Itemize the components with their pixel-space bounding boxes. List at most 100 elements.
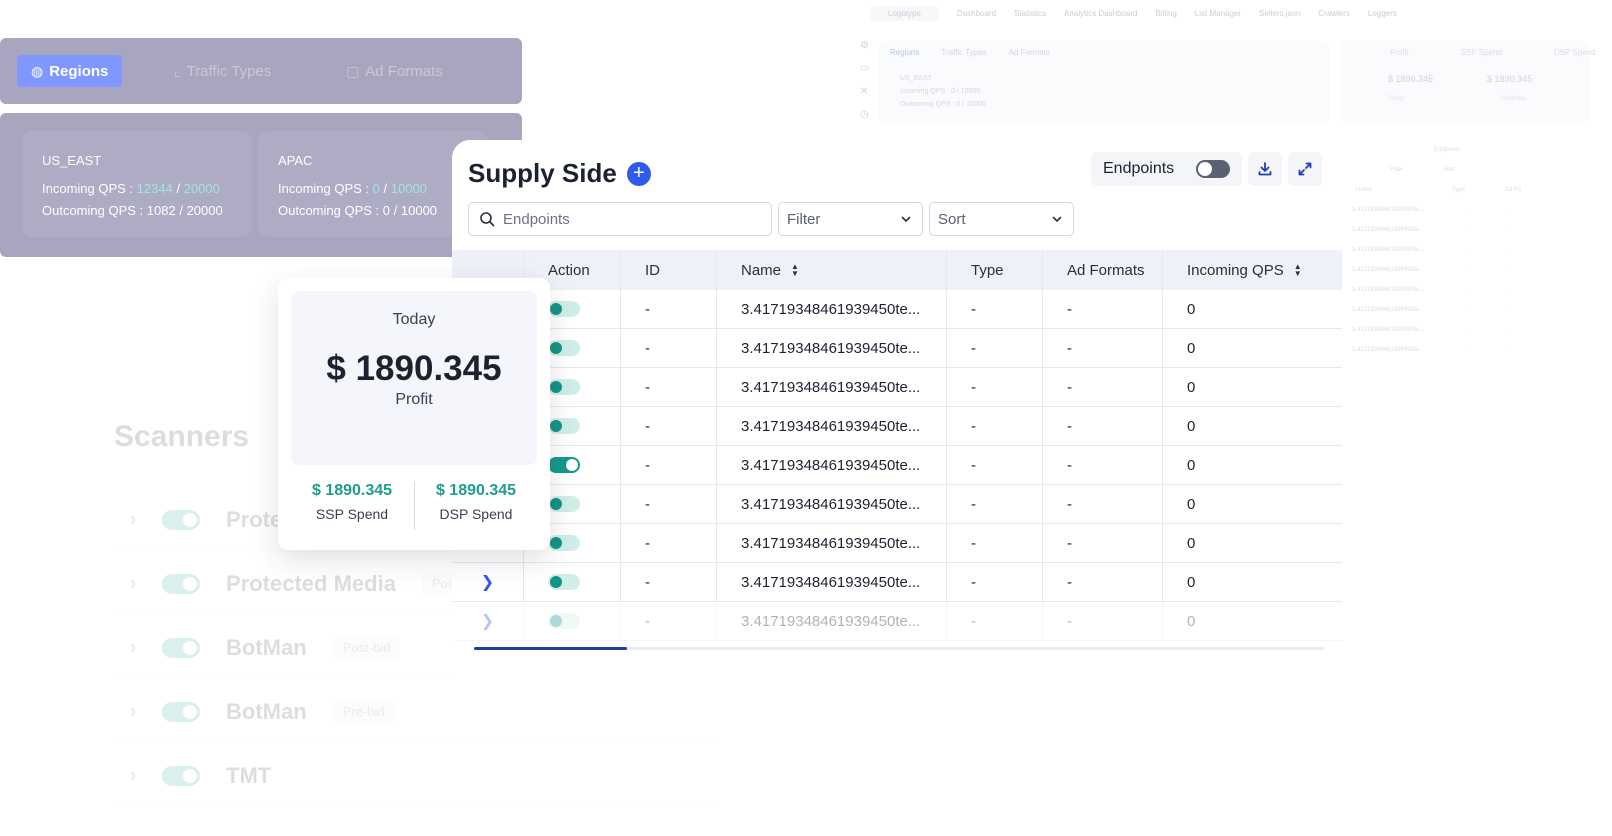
background-profit-tab: SSP Spend [1460,48,1502,57]
name-cell: 3.41719348461939450te... [717,524,947,562]
ad-formats-cell: - [1043,563,1163,601]
sort-select-label: Sort [938,210,966,228]
column-header-label: ID [645,261,660,279]
chevron-right-icon[interactable]: › [130,573,136,594]
chevron-right-icon[interactable]: › [130,637,136,658]
table-row[interactable]: ❯ -3.41719348461939450te... - -0 [452,602,1342,641]
tab-traffic-types[interactable]: ⌞ Traffic Types [160,55,285,87]
background-outcoming: Outcoming QPS : 0 / 10000 [900,101,986,108]
expand-button[interactable] [1288,152,1323,186]
action-cell [524,563,621,601]
background-table-row: -3.41719348461939450te...-- [1310,240,1606,260]
ad-formats-cell: - [1043,446,1163,484]
name-cell: 3.41719348461939450te... [717,446,947,484]
scanner-toggle[interactable] [162,701,200,722]
sort-icon[interactable]: ▲ ▼ [1294,263,1302,278]
expand-cell[interactable]: ❯ [452,602,524,640]
table-row[interactable]: ❯ -3.41719348461939450te... - -0 [452,563,1342,602]
background-logo: Logotype [870,6,939,21]
endpoints-switch[interactable] [1196,160,1231,178]
scanner-toggle[interactable] [162,573,200,594]
background-cell: - [1505,327,1508,333]
column-header-id: ID [621,250,717,290]
incoming-qps-max: 10000 [390,181,427,196]
ssp-spend-value: $ 1890.345 [311,482,393,499]
background-cell: - [1505,287,1508,293]
sort-icon[interactable]: ▲ ▼ [791,263,799,278]
chevron-right-icon[interactable]: ❯ [481,572,494,592]
action-toggle[interactable] [548,535,580,551]
scanner-name: Prote [226,506,283,532]
supply-side-panel: Supply Side + Endpoints Filter Sort Acti… [452,140,1342,750]
incoming-qps-value: 12344 [136,181,173,196]
outcoming-qps: Outcoming QPS : 1082 / 20000 [42,200,232,222]
type-cell: - [947,290,1043,328]
action-toggle[interactable] [548,613,580,629]
ad-formats-cell: - [1043,602,1163,640]
table-row[interactable]: -3.41719348461939450te... - -0 [452,524,1342,563]
table-row[interactable]: -3.41719348461939450te... - -0 [452,368,1342,407]
type-cell: - [947,563,1043,601]
table-row[interactable]: -3.41719348461939450te... - -0 [452,290,1342,329]
search-input[interactable] [503,210,753,228]
action-toggle[interactable] [548,496,580,512]
action-toggle[interactable] [548,379,580,395]
scanner-row[interactable]: › TMT [114,744,714,808]
chevron-right-icon[interactable]: ❯ [481,611,494,631]
inbox-icon: ▭ [860,63,870,74]
action-toggle[interactable] [548,418,580,434]
scanner-toggle[interactable] [162,765,200,786]
scanner-name: TMT [226,762,272,788]
tools-icon: ✕ [860,86,869,97]
id-cell: - [621,602,717,640]
action-toggle[interactable] [548,340,580,356]
name-cell: 3.41719348461939450te... [717,329,947,367]
scrollbar-thumb[interactable] [474,647,627,650]
column-header-name[interactable]: Name ▲ ▼ [717,250,947,290]
table-row[interactable]: -3.41719348461939450te... - -0 [452,407,1342,446]
background-cell: - [1463,307,1466,313]
background-profit-sub-label: Yesterday [1500,96,1527,102]
download-button[interactable] [1248,152,1283,186]
background-th: Name [1356,187,1373,193]
background-cell: - [1463,347,1466,353]
action-toggle[interactable] [548,457,580,473]
table-row[interactable]: -3.41719348461939450te... - -0 [452,485,1342,524]
incoming-qps-cell: 0 [1187,378,1196,396]
column-header-label: Ad Formats [1067,261,1145,279]
search-icon [480,212,495,227]
incoming-qps-max: 20000 [183,181,220,196]
name-cell: 3.41719348461939450te... [717,602,947,640]
background-cell: 3.41719348461939450te... [1352,247,1424,253]
action-toggle[interactable] [548,574,580,590]
horizontal-scrollbar[interactable] [474,647,1324,650]
table-row[interactable]: -3.41719348461939450te... - -0 [452,446,1342,485]
table-row[interactable]: -3.41719348461939450te... - -0 [452,329,1342,368]
column-header-incoming-qps[interactable]: Incoming QPS ▲ ▼ [1163,250,1342,290]
background-nav-item: Dashboard [956,9,997,18]
tab-ad-formats[interactable]: ▢ Ad Formats [332,55,457,87]
background-cell: - [1505,267,1508,273]
table-body: -3.41719348461939450te... - -0-3.417193484… [452,290,1342,641]
sort-select[interactable]: Sort [929,202,1074,236]
ad-formats-cell: - [1043,407,1163,445]
tab-regions[interactable]: ◍ Regions [17,55,123,87]
background-cell: - [1505,227,1508,233]
scanner-row[interactable]: › BotMan Pre-bid [114,680,714,744]
filter-select[interactable]: Filter [778,202,923,236]
chevron-right-icon[interactable]: › [130,509,136,530]
chevron-right-icon[interactable]: › [130,765,136,786]
action-toggle[interactable] [548,301,580,317]
scanner-toggle[interactable] [162,509,200,530]
separator: / [179,203,187,218]
endpoints-toggle[interactable]: Endpoints [1091,152,1243,186]
expand-cell[interactable]: ❯ [452,563,524,601]
type-cell: - [947,407,1043,445]
add-button[interactable]: + [626,161,651,186]
chevron-right-icon[interactable]: › [130,701,136,722]
scanner-toggle[interactable] [162,637,200,658]
type-cell: - [947,329,1043,367]
background-nav-item: Sellers.json [1259,9,1301,18]
settings-icon: ⚙ [860,40,869,51]
search-field[interactable] [468,202,772,236]
